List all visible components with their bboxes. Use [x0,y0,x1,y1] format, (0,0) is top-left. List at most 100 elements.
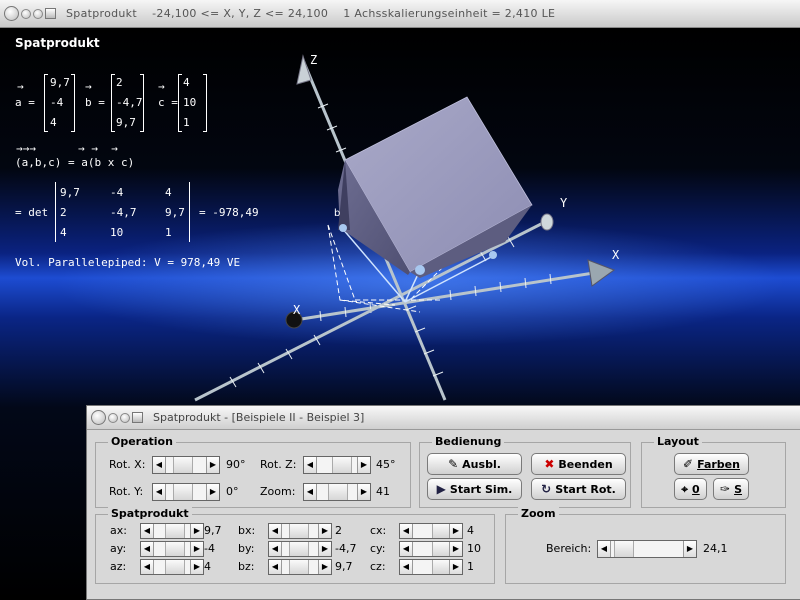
b-y: -4,7 [116,96,143,109]
start-simulation-button[interactable]: ▶ Start Sim. [427,478,522,500]
spat-a-increase-arrow[interactable]: ▶ [190,542,203,556]
spat-c-increase-arrow[interactable]: ▶ [449,524,462,538]
rot-y-thumb[interactable] [173,484,193,500]
spat-a-increase-arrow[interactable]: ▶ [190,524,203,538]
start-rotation-label: Start Rot. [555,482,616,496]
spat-b-decrease-arrow[interactable]: ◀ [269,560,282,574]
spat-a-decrease-arrow[interactable]: ◀ [141,542,154,556]
rot-x-increase-arrow[interactable]: ▶ [206,457,219,473]
crosshair-icon: ⌖ [681,481,689,496]
spat-c-slider[interactable]: ◀ ▶ [399,523,463,539]
window-icon [45,8,56,19]
rot-y-increase-arrow[interactable]: ▶ [206,484,219,500]
reset-view-button[interactable]: ⌖ 0 [674,478,707,500]
rot-z-value: 45° [376,458,396,471]
main-titlebar: Spatprodukt -24,100 <= X, Y, Z <= 24,100… [0,0,800,28]
spat-a-slider[interactable]: ◀ ▶ [140,523,204,539]
start-rotation-button[interactable]: ↻ Start Rot. [531,478,626,500]
det-r2-c3: 9,7 [165,206,185,219]
control-window-titlebar: Spatprodukt - [Beispiele II - Beispiel 3… [87,406,800,430]
spat-b-slider[interactable]: ◀ ▶ [268,523,332,539]
vector-arrow-a: → [17,80,24,93]
vertex-marker [415,265,425,275]
spat-c-decrease-arrow[interactable]: ◀ [400,560,413,574]
parallelepiped-solid [338,96,533,278]
a-z: 4 [50,116,57,129]
control-minimize-button[interactable] [108,412,118,423]
rot-z-thumb[interactable] [332,457,352,473]
spat-a-decrease-arrow[interactable]: ◀ [141,560,154,574]
spat-b-decrease-arrow[interactable]: ◀ [269,524,282,538]
rot-z-decrease-arrow[interactable]: ◀ [304,457,317,473]
maximize-button[interactable] [33,8,43,19]
label-a: a = [15,96,35,109]
spat-c-decrease-arrow[interactable]: ◀ [400,524,413,538]
spat-c-decrease-arrow[interactable]: ◀ [400,542,413,556]
double-arrows: → → → [78,142,118,155]
range-increase-arrow[interactable]: ▶ [683,541,696,557]
spat-b-increase-arrow[interactable]: ▶ [318,542,331,556]
rot-x-thumb[interactable] [173,457,193,473]
det-r2-c1: 2 [60,206,67,219]
rot-x-decrease-arrow[interactable]: ◀ [153,457,166,473]
spat-a-thumb[interactable] [165,542,185,556]
zoom-group-title: Zoom [518,507,559,520]
spat-a-value: -4 [204,542,215,555]
spatprodukt-group: Spatprodukt ax: ◀ ▶ 9,7 bx: ◀ ▶ 2 cx: ◀ ▶ 4 ay: ◀ ▶ -4 b… [95,507,495,584]
spat-c-increase-arrow[interactable]: ▶ [449,560,462,574]
minimize-button[interactable] [21,8,31,19]
spat-c-value: 10 [467,542,481,555]
control-maximize-button[interactable] [120,412,130,423]
exit-button[interactable]: ✖ Beenden [531,453,626,475]
colors-button[interactable]: ✐ Farben [674,453,749,475]
layout-group: Layout ✐ Farben ⌖ 0 ✑ S [641,435,786,508]
rot-y-slider[interactable]: ◀ ▶ [152,483,220,501]
spat-a-increase-arrow[interactable]: ▶ [190,560,203,574]
spat-c-label: cz: [370,560,386,573]
operation-group: Operation Rot. X: ◀ ▶ 90° Rot. Y: ◀ ▶ 0°… [95,435,411,508]
rot-x-slider[interactable]: ◀ ▶ [152,456,220,474]
spat-a-thumb[interactable] [165,524,185,538]
zoom-increase-arrow[interactable]: ▶ [357,484,370,500]
hide-button[interactable]: ✎ Ausbl. [427,453,522,475]
spat-c-slider[interactable]: ◀ ▶ [399,559,463,575]
spat-a-label: ax: [110,524,127,537]
spat-b-thumb[interactable] [289,560,309,574]
spat-b-decrease-arrow[interactable]: ◀ [269,542,282,556]
spat-a-slider[interactable]: ◀ ▶ [140,541,204,557]
det-r1-c3: 4 [165,186,172,199]
spat-b-slider[interactable]: ◀ ▶ [268,541,332,557]
range-decrease-arrow[interactable]: ◀ [598,541,611,557]
spat-b-increase-arrow[interactable]: ▶ [318,560,331,574]
range-value: 24,1 [703,542,728,555]
spat-b-increase-arrow[interactable]: ▶ [318,524,331,538]
det-bar-right [189,182,190,242]
window-menu-button[interactable] [4,6,19,21]
spatprodukt-group-title: Spatprodukt [108,507,192,520]
range-slider[interactable]: ◀ ▶ [597,540,697,558]
vector-arrow-c: → [158,80,165,93]
spat-b-thumb[interactable] [289,524,309,538]
c-z: 1 [183,116,190,129]
zoom-slider[interactable]: ◀ ▶ [303,483,371,501]
spat-a-label: ay: [110,542,127,555]
spat-b-slider[interactable]: ◀ ▶ [268,559,332,575]
spat-c-slider[interactable]: ◀ ▶ [399,541,463,557]
colors-button-label: Farben [697,457,740,471]
range-thumb[interactable] [614,541,634,557]
hide-button-label: Ausbl. [462,457,501,471]
spat-a-slider[interactable]: ◀ ▶ [140,559,204,575]
control-window-title: Spatprodukt - [Beispiele II - Beispiel 3… [153,411,365,424]
spat-c-increase-arrow[interactable]: ▶ [449,542,462,556]
spat-a-decrease-arrow[interactable]: ◀ [141,524,154,538]
save-layout-button[interactable]: ✑ S [713,478,749,500]
control-window-menu-button[interactable] [91,410,106,425]
rot-z-slider[interactable]: ◀ ▶ [303,456,371,474]
zoom-thumb[interactable] [328,484,348,500]
spat-b-thumb[interactable] [289,542,309,556]
zoom-decrease-arrow[interactable]: ◀ [304,484,317,500]
rot-z-increase-arrow[interactable]: ▶ [357,457,370,473]
rot-y-decrease-arrow[interactable]: ◀ [153,484,166,500]
spat-a-thumb[interactable] [165,560,185,574]
a-x: 9,7 [50,76,70,89]
